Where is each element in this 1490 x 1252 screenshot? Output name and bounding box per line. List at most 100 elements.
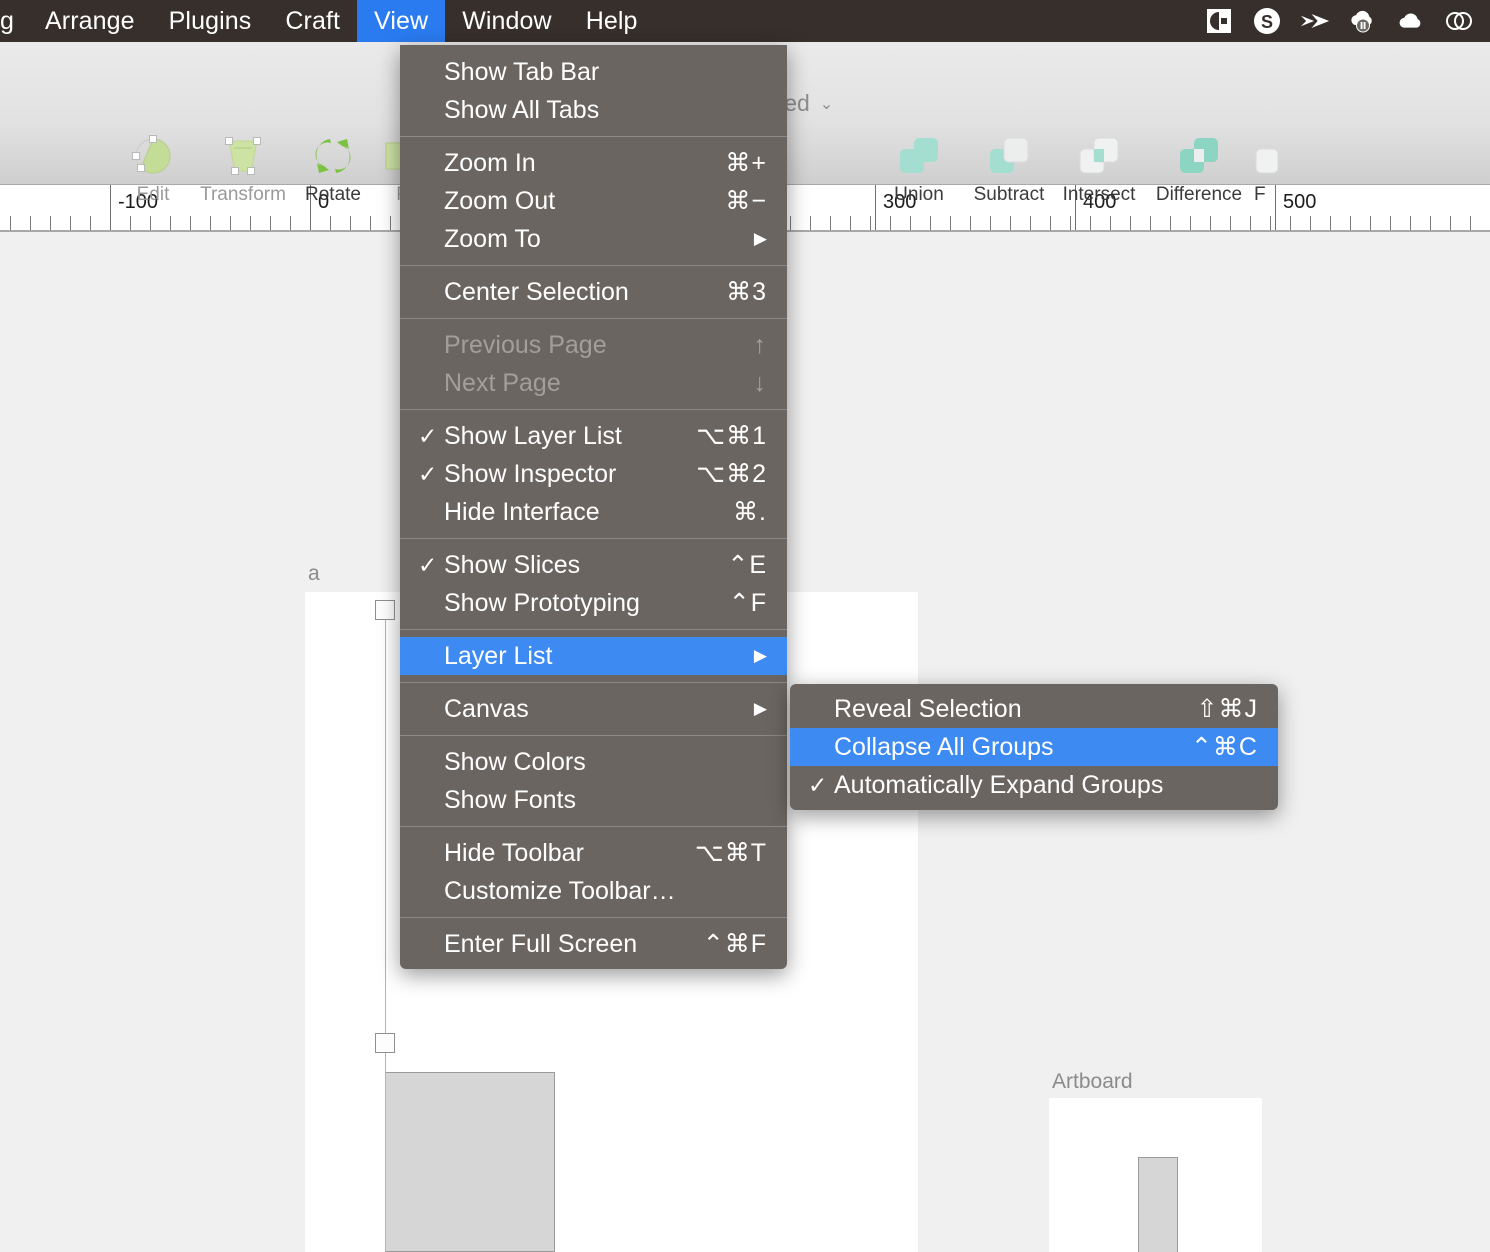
creative-cloud-icon[interactable]	[1444, 6, 1474, 36]
chevron-down-icon[interactable]: ⌄	[820, 94, 833, 114]
artboard-label-artboard[interactable]: Artboard	[1052, 1070, 1133, 1094]
view-menu-item-enter-full-screen[interactable]: Enter Full Screen ⌃⌘F	[400, 925, 787, 963]
view-menu-item-show-inspector[interactable]: ✓ Show Inspector ⌥⌘2	[400, 455, 787, 493]
checkmark-icon: ✓	[418, 460, 438, 487]
view-menu-item-hide-toolbar[interactable]: Hide Toolbar ⌥⌘T	[400, 834, 787, 872]
menu-item-shortcut: ⌘+	[725, 149, 767, 177]
selection-handle-top[interactable]	[375, 600, 395, 620]
artboard-label-a[interactable]: a	[308, 562, 320, 586]
menu-plugins[interactable]: Plugins	[152, 0, 269, 42]
menu-item-shortcut: ⌃E	[727, 551, 767, 579]
menu-help[interactable]: Help	[569, 0, 655, 42]
menu-item-label: Zoom To	[444, 224, 541, 253]
menu-window[interactable]: Window	[445, 0, 569, 42]
toolbar-difference-button[interactable]: Difference	[1144, 130, 1254, 206]
gray-rectangle-1[interactable]	[385, 1072, 555, 1252]
view-menu-item-zoom-in[interactable]: Zoom In ⌘+	[400, 144, 787, 182]
view-menu-item-show-slices[interactable]: ✓ Show Slices ⌃E	[400, 546, 787, 584]
menu-item-shortcut: ⌘3	[726, 278, 767, 306]
svg-text:S: S	[1261, 12, 1273, 32]
intersect-icon	[1076, 133, 1122, 179]
menu-item-label: Show Prototyping	[444, 588, 640, 617]
view-dropdown-menu[interactable]: Show Tab Bar Show All Tabs Zoom In ⌘+ Zoom O…	[400, 45, 787, 969]
view-menu-item-show-prototyping[interactable]: Show Prototyping ⌃F	[400, 584, 787, 622]
menu-separator	[400, 826, 787, 827]
view-menu-item-previous-page: Previous Page ↑	[400, 326, 787, 364]
view-menu-item-show-tab-bar[interactable]: Show Tab Bar	[400, 53, 787, 91]
toolbar-edit-label: Edit	[136, 184, 170, 205]
toolbar-edit-button[interactable]: Edit	[108, 130, 198, 206]
onedrive-cloud-icon[interactable]	[1396, 6, 1426, 36]
gray-rectangle-2[interactable]	[1138, 1157, 1178, 1252]
submenu-arrow-icon: ▶	[753, 646, 767, 665]
union-icon	[896, 133, 942, 179]
menu-item-shortcut: ⌘.	[733, 498, 767, 526]
checkmark-icon: ✓	[808, 771, 828, 798]
app-window: g Arrange Plugins Craft View Window Help…	[0, 0, 1490, 1252]
menu-item-shortcut: ⌥⌘T	[694, 839, 767, 867]
menu-separator	[400, 318, 787, 319]
view-menu-item-canvas[interactable]: Canvas ▶	[400, 690, 787, 728]
selection-guide-line	[385, 600, 386, 1252]
menu-item-shortcut: ⇧⌘J	[1196, 695, 1258, 723]
rotate-icon	[310, 133, 356, 179]
view-menu-item-show-all-tabs[interactable]: Show All Tabs	[400, 91, 787, 129]
toolbar-subtract-button[interactable]: Subtract	[964, 130, 1054, 206]
toolbar-transform-label: Transform	[200, 184, 286, 205]
checkmark-icon: ✓	[418, 551, 438, 578]
menu-item-label: Center Selection	[444, 277, 629, 306]
view-menu-item-center-selection[interactable]: Center Selection ⌘3	[400, 273, 787, 311]
view-menu-item-zoom-out[interactable]: Zoom Out ⌘−	[400, 182, 787, 220]
layer-list-item-automatically-expand-groups[interactable]: ✓ Automatically Expand Groups	[790, 766, 1278, 804]
view-menu-item-show-colors[interactable]: Show Colors	[400, 743, 787, 781]
menu-item-label: Customize Toolbar…	[444, 876, 676, 905]
menu-item-shortcut: ⌘−	[725, 187, 767, 215]
layer-list-item-collapse-all-groups[interactable]: Collapse All Groups ⌃⌘C	[790, 728, 1278, 766]
sidebar-toggle-icon[interactable]	[1204, 6, 1234, 36]
menu-item-shortcut: ↓	[753, 368, 767, 397]
menu-item-label: Show Colors	[444, 747, 586, 776]
toolbar-flatten-button[interactable]: F	[1254, 130, 1284, 206]
menu-item-label: Hide Interface	[444, 497, 600, 526]
toolbar-intersect-button[interactable]: Intersect	[1054, 130, 1144, 206]
menu-item-label: Show Slices	[444, 550, 581, 579]
toolbar-union-button[interactable]: Union	[874, 130, 964, 206]
menu-item-label: Hide Toolbar	[444, 838, 584, 867]
menu-item-label: Show Inspector	[444, 459, 617, 488]
view-menu-item-show-fonts[interactable]: Show Fonts	[400, 781, 787, 819]
menu-item-label: Automatically Expand Groups	[834, 770, 1164, 799]
menu-app-truncated[interactable]: g	[0, 0, 28, 42]
view-menu-item-customize-toolbar[interactable]: Customize Toolbar…	[400, 872, 787, 910]
view-menu-item-layer-list[interactable]: Layer List ▶	[400, 637, 787, 675]
layer-list-submenu[interactable]: Reveal Selection ⇧⌘J Collapse All Groups ⌃⌘…	[790, 684, 1278, 810]
menu-separator	[400, 265, 787, 266]
menu-item-label: Layer List	[444, 641, 553, 670]
toolbar-rotate-label: Rotate	[305, 184, 361, 205]
menu-separator	[400, 538, 787, 539]
toolbar-transform-button[interactable]: Transform	[198, 130, 288, 206]
toolbar-subtract-label: Subtract	[973, 184, 1045, 205]
toolbar-rotate-button[interactable]: Rotate	[288, 130, 378, 206]
skype-icon[interactable]: S	[1252, 6, 1282, 36]
menu-bar: g Arrange Plugins Craft View Window Help…	[0, 0, 1490, 42]
menu-item-shortcut: ⌃⌘C	[1190, 733, 1258, 761]
toolbar-difference-label: Difference	[1155, 184, 1243, 205]
cloud-pause-icon[interactable]	[1348, 6, 1378, 36]
feather-arrow-icon[interactable]	[1300, 6, 1330, 36]
selection-handle-bottom[interactable]	[375, 1033, 395, 1053]
menu-item-label: Reveal Selection	[834, 694, 1022, 723]
toolbar-flatten-label: F	[1254, 184, 1266, 205]
view-menu-item-hide-interface[interactable]: Hide Interface ⌘.	[400, 493, 787, 531]
toolbar-intersect-label: Intersect	[1062, 184, 1136, 205]
menu-item-shortcut: ↑	[753, 330, 767, 359]
menu-item-shortcut: ⌃F	[728, 589, 767, 617]
view-menu-item-show-layer-list[interactable]: ✓ Show Layer List ⌥⌘1	[400, 417, 787, 455]
view-menu-item-zoom-to[interactable]: Zoom To ▶	[400, 220, 787, 258]
menu-craft[interactable]: Craft	[268, 0, 357, 42]
layer-list-item-reveal-selection[interactable]: Reveal Selection ⇧⌘J	[790, 690, 1278, 728]
menu-arrange[interactable]: Arrange	[28, 0, 152, 42]
transform-icon	[220, 133, 266, 179]
menu-item-label: Zoom In	[444, 148, 536, 177]
menu-item-shortcut: ⌥⌘2	[696, 460, 767, 488]
menu-view[interactable]: View	[357, 0, 446, 42]
